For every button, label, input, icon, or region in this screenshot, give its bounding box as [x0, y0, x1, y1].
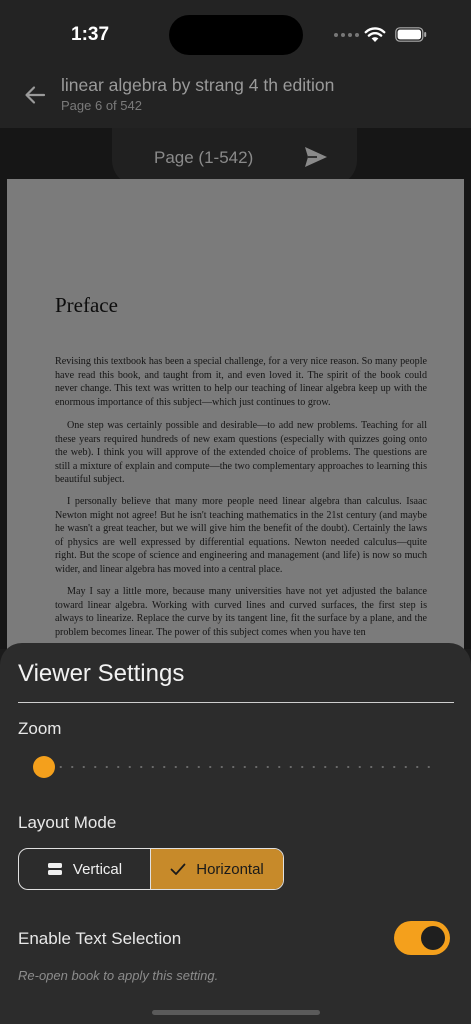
document-paragraph: Revising this textbook has been a specia… [55, 356, 427, 408]
wifi-icon [364, 27, 386, 42]
send-icon[interactable] [303, 145, 329, 169]
zoom-slider[interactable] [33, 755, 433, 779]
home-indicator[interactable] [152, 1010, 320, 1015]
zoom-slider-thumb[interactable] [33, 756, 55, 778]
zoom-label: Zoom [18, 719, 62, 738]
status-time: 1:37 [71, 24, 110, 45]
status-bar: 1:37 [0, 0, 471, 66]
pdf-page[interactable]: Preface Revising this textbook has been … [7, 179, 464, 649]
cellular-signal-icon [334, 33, 359, 37]
sheet-divider [18, 702, 454, 703]
dynamic-island [169, 15, 303, 55]
text-selection-label: Enable Text Selection [18, 929, 182, 948]
layout-vertical-label: Vertical [72, 860, 123, 878]
layout-mode-selector: Vertical Horizontal [18, 848, 284, 890]
zoom-slider-track[interactable] [55, 766, 433, 768]
toggle-knob [421, 926, 445, 950]
settings-hint: Re-open book to apply this setting. [18, 968, 219, 983]
document-paragraph: I personally believe that many more peop… [55, 496, 427, 575]
sheet-title: Viewer Settings [18, 660, 185, 687]
vertical-layout-icon [47, 863, 62, 875]
layout-vertical-button[interactable]: Vertical [19, 849, 151, 889]
text-selection-toggle[interactable] [394, 921, 450, 955]
document-heading: Preface [55, 293, 118, 317]
document-paragraph: May I say a little more, because many un… [55, 586, 427, 638]
layout-horizontal-label: Horizontal [196, 860, 264, 878]
page-number-input[interactable]: Page (1-542) [154, 148, 253, 168]
layout-mode-label: Layout Mode [18, 813, 117, 832]
page-indicator: Page 6 of 542 [61, 98, 142, 113]
battery-icon [395, 27, 427, 42]
layout-horizontal-button[interactable]: Horizontal [151, 849, 283, 889]
back-arrow-icon[interactable] [22, 82, 48, 108]
document-paragraph: One step was certainly possible and desi… [55, 420, 427, 486]
app-bar: linear algebra by strang 4 th edition Pa… [0, 66, 471, 128]
viewer-settings-sheet [0, 643, 471, 1024]
book-title: linear algebra by strang 4 th edition [61, 75, 335, 95]
check-icon [170, 863, 186, 875]
